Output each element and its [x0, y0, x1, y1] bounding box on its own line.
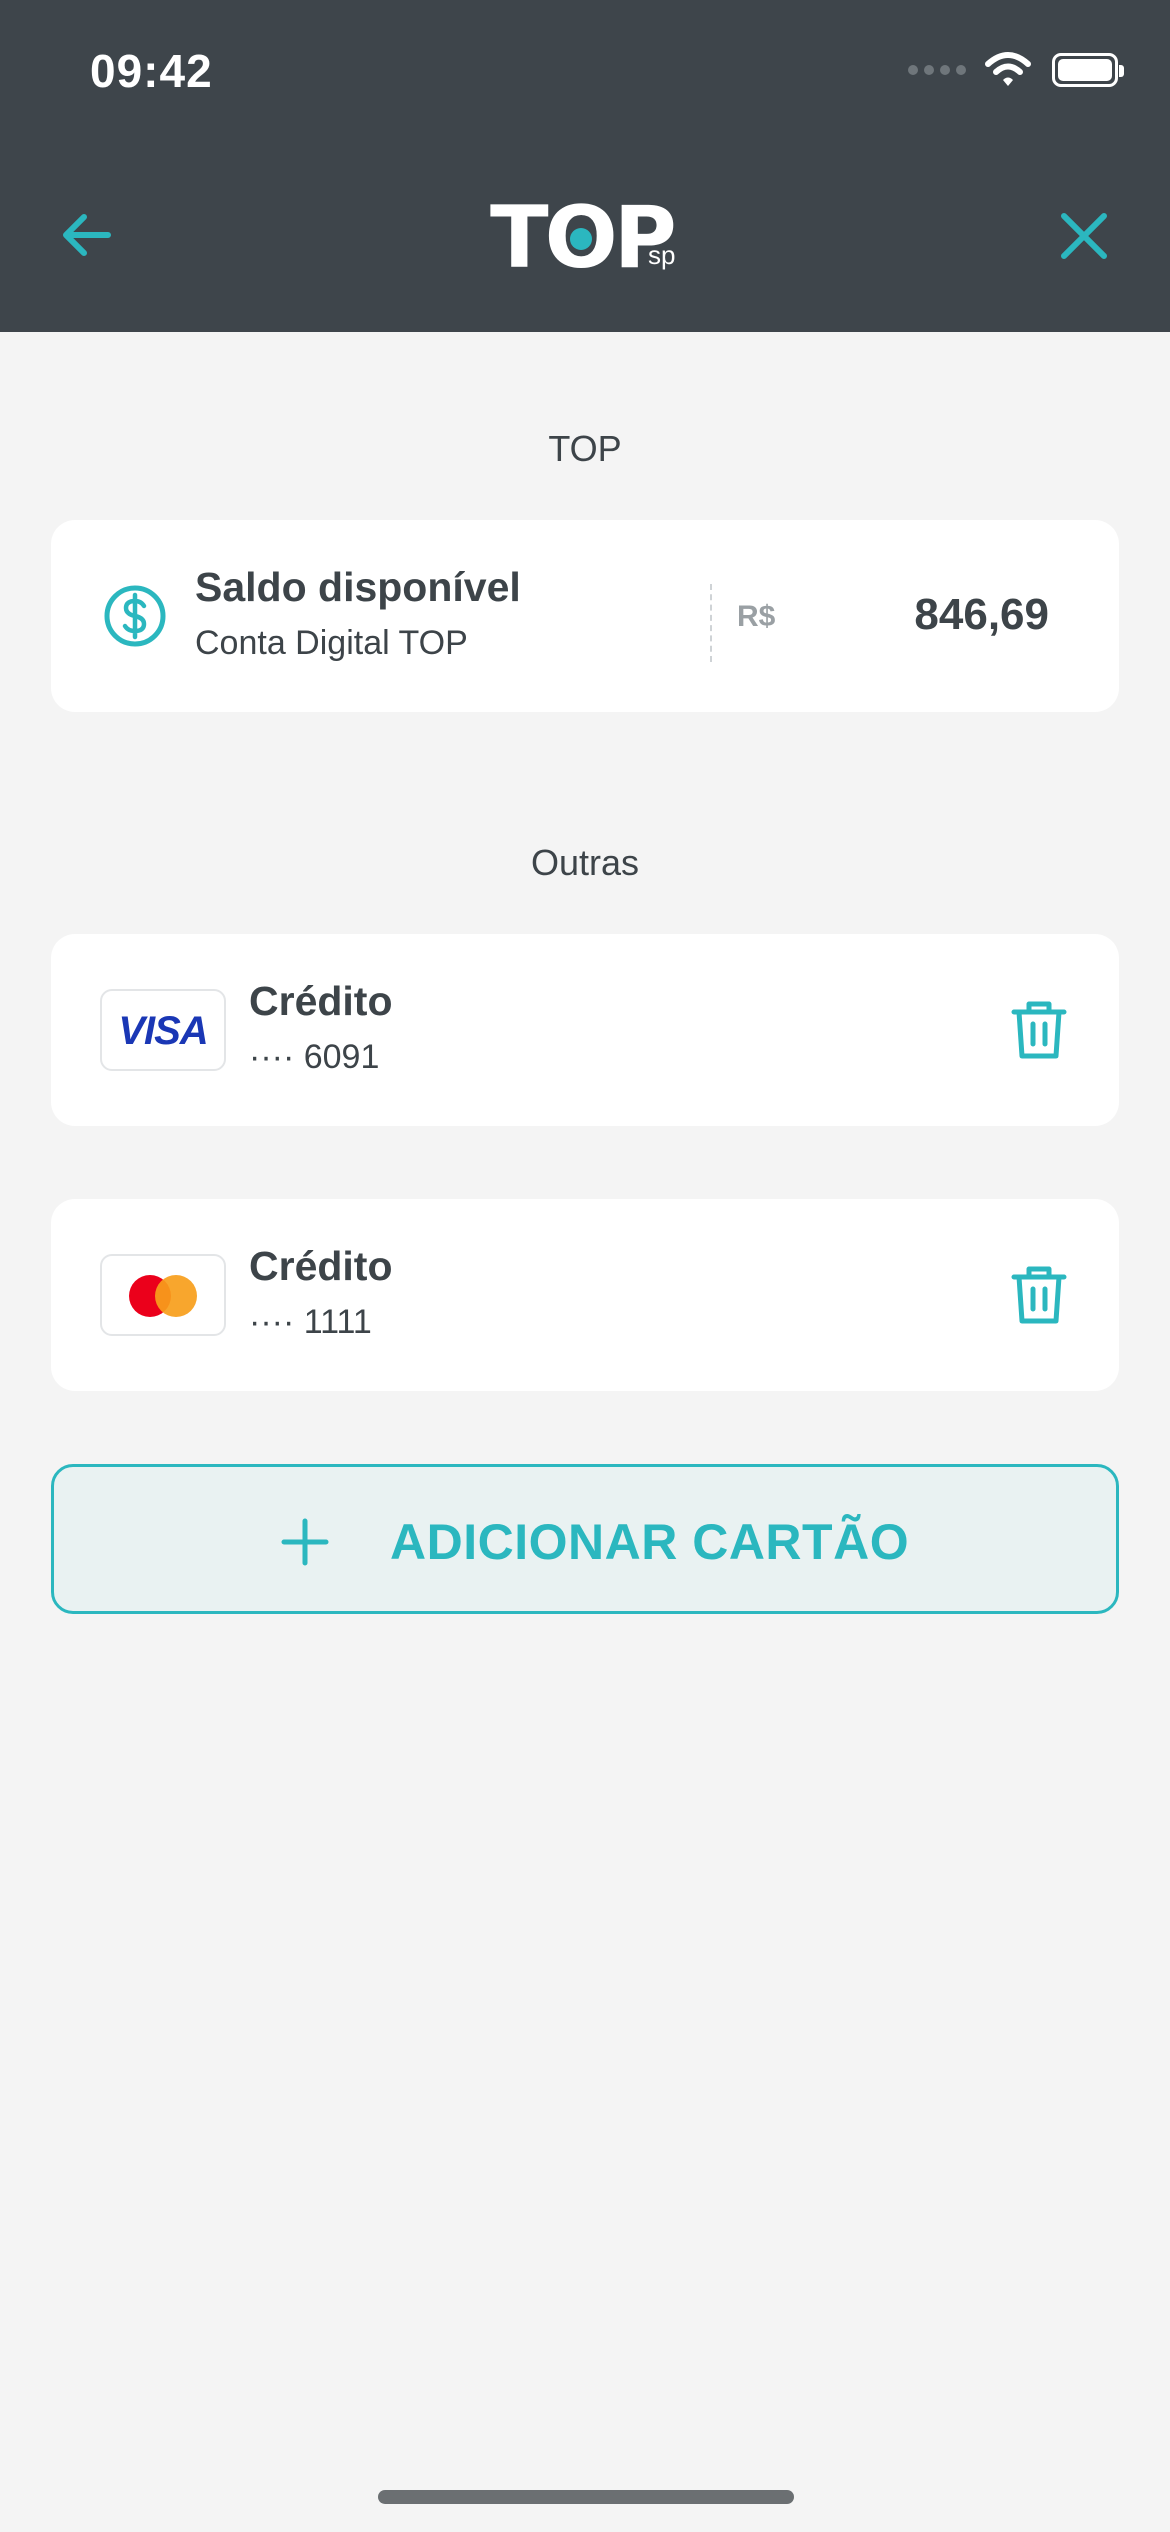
- balance-subtitle: Conta Digital TOP: [195, 624, 468, 662]
- add-card-label: ADICIONAR CARTÃO: [390, 1514, 910, 1570]
- trash-icon[interactable]: [1009, 1263, 1069, 1327]
- payment-card-visa[interactable]: VISA Crédito ···· 6091: [51, 934, 1119, 1126]
- balance-divider: [710, 584, 712, 662]
- card-type: Crédito: [249, 1243, 393, 1289]
- cellular-signal-icon: [908, 65, 966, 75]
- battery-icon: [1052, 53, 1124, 87]
- card-number: ···· 1111: [249, 1303, 372, 1341]
- add-card-button[interactable]: ADICIONAR CARTÃO: [51, 1464, 1119, 1614]
- visa-logo-icon: VISA: [100, 989, 226, 1071]
- plus-icon: [281, 1518, 329, 1566]
- status-time: 09:42: [90, 45, 213, 97]
- visa-brand-label: VISA: [118, 1009, 208, 1053]
- app-header: 09:42 TOP sp: [0, 0, 1170, 332]
- card-type: Crédito: [249, 978, 393, 1024]
- balance-card[interactable]: Saldo disponível Conta Digital TOP R$ 84…: [51, 520, 1119, 712]
- arrow-left-icon[interactable]: [56, 205, 116, 265]
- logo-suffix: sp: [648, 240, 676, 270]
- card-number: ···· 6091: [249, 1038, 380, 1076]
- dollar-circle-icon: [104, 585, 166, 647]
- balance-amount: 846,69: [914, 590, 1049, 639]
- section-title-top: TOP: [548, 428, 622, 469]
- wifi-icon: [985, 52, 1031, 86]
- close-icon[interactable]: [1058, 210, 1110, 262]
- status-indicators: [908, 52, 1124, 88]
- payment-card-mastercard[interactable]: Crédito ···· 1111: [51, 1199, 1119, 1391]
- balance-currency: R$: [737, 600, 776, 633]
- logo-dot: [570, 228, 592, 250]
- balance-title: Saldo disponível: [195, 564, 521, 610]
- section-title-others: Outras: [530, 842, 640, 883]
- trash-icon[interactable]: [1009, 998, 1069, 1062]
- app-logo: TOP sp: [490, 188, 690, 288]
- mastercard-logo-icon: [100, 1254, 226, 1336]
- home-indicator[interactable]: [378, 2490, 794, 2504]
